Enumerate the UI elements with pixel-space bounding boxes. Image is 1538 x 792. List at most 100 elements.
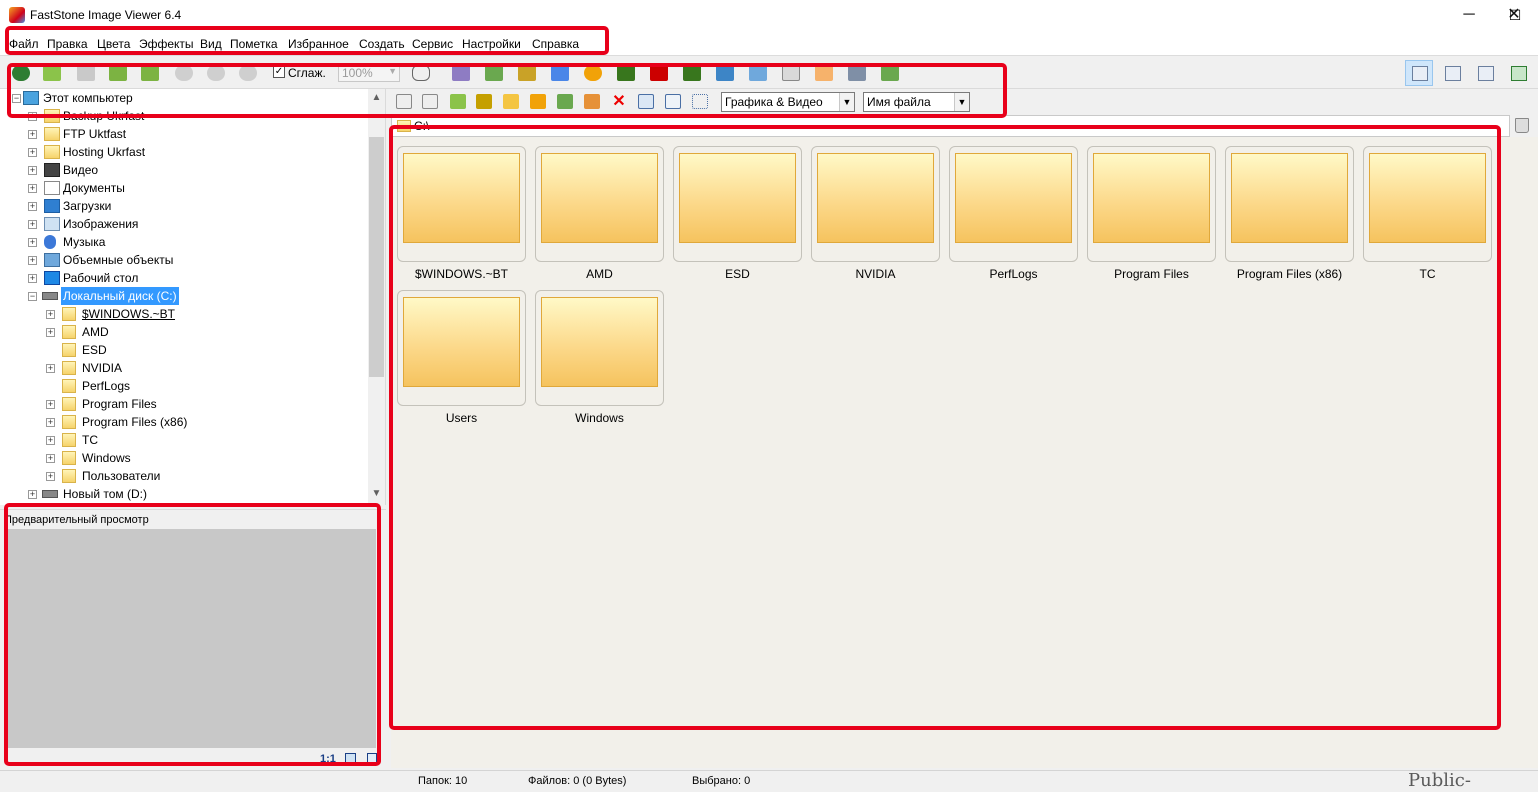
sort-select[interactable]: Имя файла ▼ xyxy=(863,92,970,112)
folder-thumbnail[interactable] xyxy=(1363,146,1492,262)
copy-to-icon[interactable] xyxy=(557,94,573,109)
up-folder-icon[interactable] xyxy=(450,94,466,109)
file-filter-select[interactable]: Графика & Видео ▼ xyxy=(721,92,855,112)
pin-icon[interactable] xyxy=(367,753,377,764)
expand-icon[interactable]: + xyxy=(46,364,55,373)
expand-icon[interactable]: + xyxy=(46,454,55,463)
canvas-icon[interactable] xyxy=(518,65,536,81)
fullscreen-button[interactable] xyxy=(1504,60,1532,86)
menu-colors[interactable]: Цвета xyxy=(97,37,130,51)
tree-folder-label: Program Files (x86) xyxy=(82,415,188,429)
menu-tag[interactable]: Пометка xyxy=(230,37,278,51)
menu-tools[interactable]: Сервис xyxy=(412,37,453,51)
scroll-down-icon[interactable]: ▼ xyxy=(368,485,385,502)
expand-icon[interactable]: + xyxy=(28,256,37,265)
effects-icon[interactable] xyxy=(584,65,602,81)
scrollbar-thumb[interactable] xyxy=(369,137,384,377)
folder-thumbnail[interactable] xyxy=(1225,146,1354,262)
expand-icon[interactable]: + xyxy=(46,310,55,319)
open-icon[interactable] xyxy=(43,65,61,81)
folder-thumbnail[interactable] xyxy=(1087,146,1216,262)
folder-thumbnail[interactable] xyxy=(535,146,664,262)
fit-icon[interactable] xyxy=(345,753,356,764)
new-folder-icon[interactable] xyxy=(530,94,546,109)
zoom-combo[interactable]: 100% ▼ xyxy=(338,64,400,82)
email-icon[interactable] xyxy=(815,65,833,81)
expand-icon[interactable]: + xyxy=(28,274,37,283)
expand-icon[interactable]: + xyxy=(28,166,37,175)
expand-icon[interactable]: + xyxy=(46,400,55,409)
forward-icon[interactable] xyxy=(422,94,438,109)
browse-icon[interactable] xyxy=(12,65,30,81)
details-view-icon[interactable] xyxy=(665,94,681,109)
resize-icon[interactable] xyxy=(485,65,503,81)
actual-size-icon[interactable] xyxy=(239,65,257,81)
expand-icon[interactable]: + xyxy=(28,184,37,193)
hand-icon[interactable] xyxy=(412,65,430,81)
menu-favorites[interactable]: Избранное xyxy=(288,37,349,51)
expand-icon[interactable]: + xyxy=(46,472,55,481)
actual-size-button[interactable]: 1:1 xyxy=(320,753,336,765)
folder-icon xyxy=(62,307,76,321)
smooth-checkbox[interactable]: ✓ xyxy=(273,66,285,78)
select-all-icon[interactable] xyxy=(638,94,654,109)
view-single-button[interactable] xyxy=(1471,60,1499,86)
color-balance-icon[interactable] xyxy=(551,65,569,81)
scroll-up-icon[interactable]: ▲ xyxy=(368,89,385,106)
collapse-icon[interactable]: − xyxy=(28,292,37,301)
expand-icon[interactable]: + xyxy=(28,148,37,157)
expand-icon[interactable]: + xyxy=(46,328,55,337)
folder-thumbnail[interactable] xyxy=(397,146,526,262)
collapse-icon[interactable]: − xyxy=(12,94,21,103)
expand-icon[interactable]: + xyxy=(28,220,37,229)
folder-thumbnail[interactable] xyxy=(397,290,526,406)
expand-icon[interactable]: + xyxy=(46,418,55,427)
folder-thumbnail[interactable] xyxy=(949,146,1078,262)
tree-scrollbar[interactable]: ▲ ▼ xyxy=(368,89,385,505)
menu-edit[interactable]: Правка xyxy=(47,37,88,51)
rotate-right-icon[interactable] xyxy=(683,65,701,81)
status-files: Файлов: 0 (0 Bytes) xyxy=(528,775,627,787)
view-browser-button[interactable] xyxy=(1438,60,1466,86)
menu-create[interactable]: Создать xyxy=(359,37,405,51)
favorites-icon[interactable] xyxy=(503,94,519,109)
folder-thumbnail[interactable] xyxy=(811,146,940,262)
list-view-icon[interactable] xyxy=(692,94,708,109)
close-button[interactable]: ✕ xyxy=(1490,0,1538,30)
print-icon[interactable] xyxy=(848,65,866,81)
crop-icon[interactable] xyxy=(452,65,470,81)
scanner-icon[interactable] xyxy=(782,65,800,81)
rotate-left-icon[interactable] xyxy=(650,65,668,81)
zoom-out-icon[interactable] xyxy=(207,65,225,81)
tree-item-label: Музыка xyxy=(63,235,106,249)
expand-icon[interactable]: + xyxy=(28,130,37,139)
menu-settings[interactable]: Настройки xyxy=(462,37,521,51)
menu-view[interactable]: Вид xyxy=(200,37,222,51)
expand-icon[interactable]: + xyxy=(46,436,55,445)
menu-help[interactable]: Справка xyxy=(532,37,579,51)
refresh-icon[interactable] xyxy=(476,94,492,109)
minimize-button[interactable]: ─ xyxy=(1446,0,1492,30)
back-icon[interactable] xyxy=(396,94,412,109)
slideshow-icon[interactable] xyxy=(749,65,767,81)
next-icon[interactable] xyxy=(141,65,159,81)
stamp-icon[interactable] xyxy=(617,65,635,81)
view-thumbnails-button[interactable] xyxy=(1405,60,1433,86)
menu-effects[interactable]: Эффекты xyxy=(139,37,194,51)
trash-icon[interactable] xyxy=(1515,118,1529,133)
previous-icon[interactable] xyxy=(109,65,127,81)
move-to-icon[interactable] xyxy=(584,94,600,109)
delete-icon[interactable]: ✕ xyxy=(611,94,627,110)
menu-file[interactable]: Файл xyxy=(9,37,39,51)
compare-icon[interactable] xyxy=(716,65,734,81)
path-bar[interactable]: C:\ xyxy=(391,115,1510,137)
folder-thumbnail[interactable] xyxy=(673,146,802,262)
expand-icon[interactable]: + xyxy=(28,238,37,247)
folder-thumbnail[interactable] xyxy=(535,290,664,406)
settings-icon[interactable] xyxy=(881,65,899,81)
expand-icon[interactable]: + xyxy=(28,202,37,211)
save-icon[interactable] xyxy=(77,65,95,81)
expand-icon[interactable]: + xyxy=(28,112,37,121)
zoom-in-icon[interactable] xyxy=(175,65,193,81)
expand-icon[interactable]: + xyxy=(28,490,37,499)
